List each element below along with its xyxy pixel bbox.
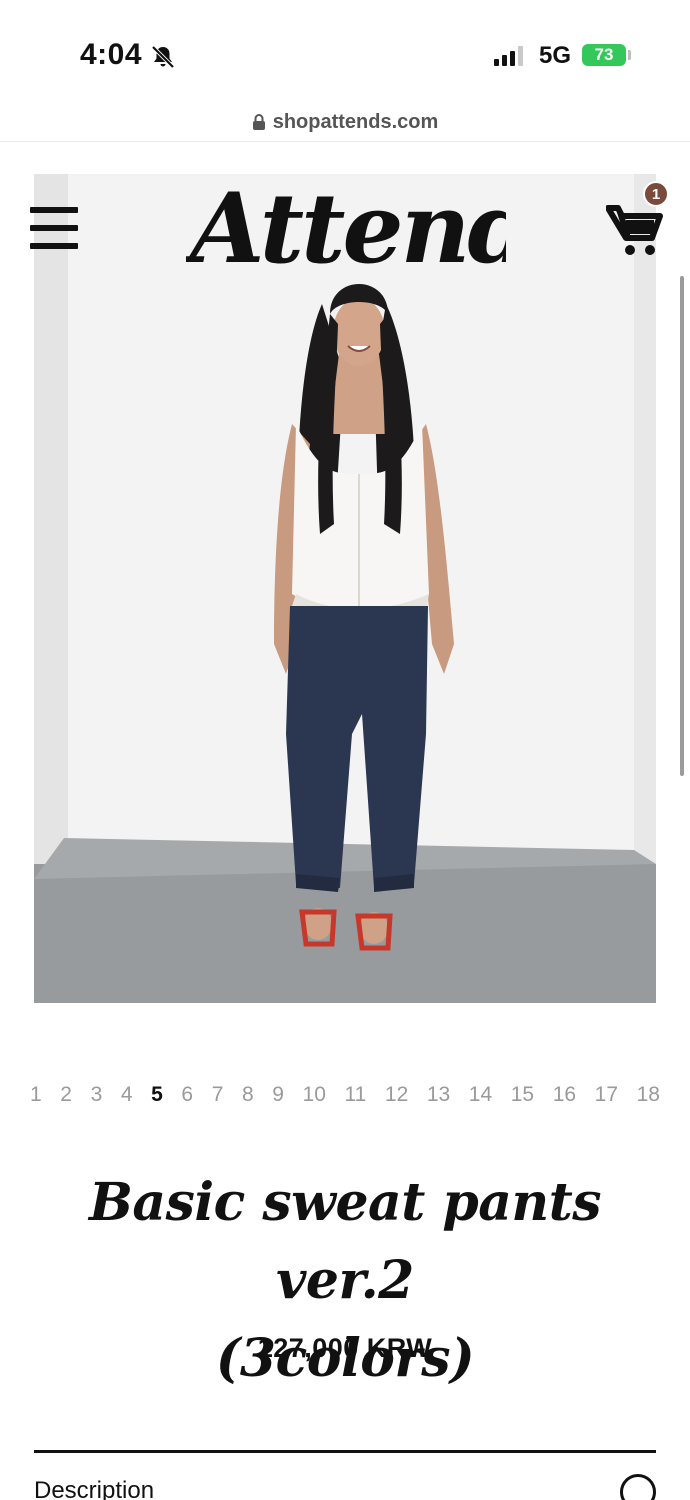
section-divider xyxy=(34,1450,656,1453)
gallery-page-8[interactable]: 8 xyxy=(242,1083,254,1107)
product-page: 4:04 5G 73 shopattends.com Atten 1 1 2 3… xyxy=(0,0,690,1500)
address-bar[interactable]: shopattends.com xyxy=(0,104,690,142)
gallery-page-1[interactable]: 1 xyxy=(30,1083,42,1107)
hamburger-menu-icon[interactable] xyxy=(30,207,78,251)
image-pagination: 1 2 3 4 5 6 7 8 9 10 11 12 13 14 15 16 17 18 xyxy=(30,1083,660,1107)
gallery-page-3[interactable]: 3 xyxy=(91,1083,103,1107)
gallery-page-7[interactable]: 7 xyxy=(212,1083,224,1107)
menu-line xyxy=(30,243,78,249)
gallery-page-17[interactable]: 17 xyxy=(595,1083,618,1107)
brand-logo[interactable]: Attends xyxy=(186,170,506,290)
description-expand-icon[interactable] xyxy=(620,1474,656,1500)
gallery-page-2[interactable]: 2 xyxy=(60,1083,72,1107)
description-toggle-label[interactable]: Description xyxy=(34,1477,154,1500)
lock-icon xyxy=(252,113,265,130)
gallery-page-18[interactable]: 18 xyxy=(637,1083,660,1107)
gallery-page-6[interactable]: 6 xyxy=(181,1083,193,1107)
menu-line xyxy=(30,225,78,231)
battery-tip xyxy=(628,50,631,60)
brand-logo-text: Attends xyxy=(186,172,506,285)
cart-icon[interactable] xyxy=(606,202,664,258)
gallery-page-12[interactable]: 12 xyxy=(385,1083,408,1107)
gallery-page-15[interactable]: 15 xyxy=(511,1083,534,1107)
gallery-page-13[interactable]: 13 xyxy=(427,1083,450,1107)
page-scrollbar[interactable] xyxy=(680,276,684,776)
cart-count-badge: 1 xyxy=(643,181,669,207)
network-type: 5G xyxy=(539,42,572,69)
battery-level: 73 xyxy=(594,45,614,64)
status-time: 4:04 xyxy=(80,38,143,71)
signal-icon xyxy=(494,46,523,66)
url-text: shopattends.com xyxy=(272,111,439,133)
product-price: 127,000 KRW xyxy=(257,1333,433,1363)
gallery-page-14[interactable]: 14 xyxy=(469,1083,492,1107)
gallery-page-10[interactable]: 10 xyxy=(303,1083,326,1107)
gallery-page-5[interactable]: 5 xyxy=(151,1083,163,1107)
battery-icon: 73 xyxy=(582,44,626,66)
status-bar: 4:04 5G 73 xyxy=(0,0,690,110)
menu-line xyxy=(30,207,78,213)
gallery-page-16[interactable]: 16 xyxy=(553,1083,576,1107)
product-image[interactable] xyxy=(34,174,656,1003)
product-photo-illustration xyxy=(34,174,656,1003)
product-title-line1: Basic sweat pants ver.2 xyxy=(88,1172,602,1311)
gallery-page-4[interactable]: 4 xyxy=(121,1083,133,1107)
gallery-page-11[interactable]: 11 xyxy=(344,1083,366,1107)
bell-muted-icon xyxy=(151,45,175,69)
gallery-page-9[interactable]: 9 xyxy=(272,1083,284,1107)
